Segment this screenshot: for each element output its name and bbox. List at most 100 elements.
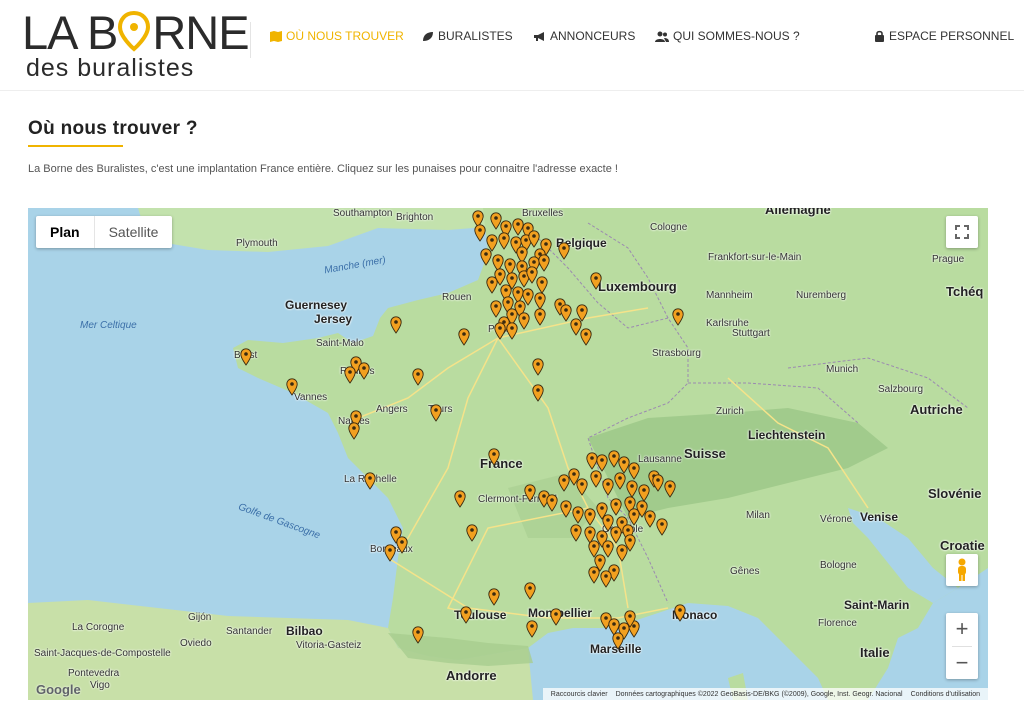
map-marker-pin[interactable] xyxy=(460,606,472,624)
zoom-out-button[interactable]: − xyxy=(946,647,978,679)
map-label: Liechtenstein xyxy=(748,428,826,442)
map-label: Vannes xyxy=(294,392,328,403)
map-label: Tchéq xyxy=(946,284,984,299)
nav-separator xyxy=(250,22,251,58)
pegman-icon xyxy=(958,558,966,581)
nav-espace-personnel[interactable]: ESPACE PERSONNEL xyxy=(874,27,1014,45)
map-label: Oviedo xyxy=(180,638,212,649)
map-marker-pin[interactable] xyxy=(454,490,466,508)
map-label: Milan xyxy=(746,510,770,521)
nav-qui-sommes-nous[interactable]: QUI SOMMES-NOUS ? xyxy=(655,27,800,45)
map-marker-pin[interactable] xyxy=(532,384,544,402)
map-marker-pin[interactable] xyxy=(674,604,686,622)
logo-text-b: RNE xyxy=(152,6,249,59)
map-marker-pin[interactable] xyxy=(590,272,602,290)
map-marker-pin[interactable] xyxy=(570,524,582,542)
map-marker-pin[interactable] xyxy=(672,308,684,326)
map-marker-pin[interactable] xyxy=(624,534,636,552)
map-marker-pin[interactable] xyxy=(430,404,442,422)
google-logo[interactable]: Google xyxy=(36,682,81,697)
map-marker-pin[interactable] xyxy=(558,242,570,260)
map-marker-pin[interactable] xyxy=(528,230,540,248)
map-marker-pin[interactable] xyxy=(560,304,572,322)
map-marker-pin[interactable] xyxy=(628,462,640,480)
map-label: Rouen xyxy=(442,292,472,303)
zoom-in-button[interactable]: + xyxy=(946,613,978,645)
map-marker-pin[interactable] xyxy=(344,366,356,384)
nav-buralistes[interactable]: BURALISTES xyxy=(422,27,513,45)
nav-where-to-find[interactable]: OÙ NOUS TROUVER xyxy=(270,27,404,45)
fullscreen-button[interactable] xyxy=(946,216,978,248)
map-marker-pin[interactable] xyxy=(474,224,486,242)
map-marker-pin[interactable] xyxy=(518,312,530,330)
map-type-plan-button[interactable]: Plan xyxy=(36,216,94,248)
map-marker-pin[interactable] xyxy=(506,322,518,340)
map-marker-pin[interactable] xyxy=(560,500,572,518)
map-marker-pin[interactable] xyxy=(644,510,656,528)
map-marker-pin[interactable] xyxy=(412,368,424,386)
map-marker-pin[interactable] xyxy=(396,536,408,554)
map-marker-pin[interactable] xyxy=(590,470,602,488)
map-marker-pin[interactable] xyxy=(348,422,360,440)
map-marker-pin[interactable] xyxy=(624,610,636,628)
map-marker-pin[interactable] xyxy=(656,518,668,536)
map-label: Prague xyxy=(932,254,965,265)
street-view-button[interactable] xyxy=(946,554,978,586)
map-marker-pin[interactable] xyxy=(488,588,500,606)
site-logo[interactable]: LA B RNE des buralistes xyxy=(22,6,250,82)
map-marker-pin[interactable] xyxy=(584,508,596,526)
map-marker-pin[interactable] xyxy=(390,316,402,334)
map-marker-pin[interactable] xyxy=(600,570,612,588)
logo-text-a: LA B xyxy=(22,6,118,59)
nav-annonceurs[interactable]: ANNONCEURS xyxy=(533,27,635,45)
map-type-satellite-button[interactable]: Satellite xyxy=(93,216,173,248)
map-marker-pin[interactable] xyxy=(576,478,588,496)
nav-label: OÙ NOUS TROUVER xyxy=(286,29,404,43)
map-icon xyxy=(270,30,282,42)
map-marker-pin[interactable] xyxy=(576,304,588,322)
map-label: Brighton xyxy=(396,212,434,223)
map-marker-pin[interactable] xyxy=(466,524,478,542)
map-marker-pin[interactable] xyxy=(524,582,536,600)
map-marker-pin[interactable] xyxy=(546,494,558,512)
map-marker-pin[interactable] xyxy=(602,478,614,496)
map-marker-pin[interactable] xyxy=(612,632,624,650)
map-label: Santander xyxy=(226,626,273,637)
location-pin-icon xyxy=(118,10,151,52)
map-marker-pin[interactable] xyxy=(532,358,544,376)
map-label: Suisse xyxy=(684,446,726,461)
map-label: Salzbourg xyxy=(878,384,924,395)
map-marker-pin[interactable] xyxy=(580,328,592,346)
map-marker-pin[interactable] xyxy=(240,348,252,366)
map-marker-pin[interactable] xyxy=(358,362,370,380)
map-marker-pin[interactable] xyxy=(364,472,376,490)
map-marker-pin[interactable] xyxy=(614,472,626,490)
map-marker-pin[interactable] xyxy=(652,474,664,492)
map-marker-pin[interactable] xyxy=(588,566,600,584)
map-marker-pin[interactable] xyxy=(498,232,510,250)
map-label: Bruxelles xyxy=(522,208,564,219)
map-marker-pin[interactable] xyxy=(664,480,676,498)
map-marker-pin[interactable] xyxy=(534,308,546,326)
map-label: Andorre xyxy=(446,668,497,683)
map-label: Plymouth xyxy=(236,238,278,249)
map-marker-pin[interactable] xyxy=(486,276,498,294)
map-marker-pin[interactable] xyxy=(458,328,470,346)
map-marker-pin[interactable] xyxy=(550,608,562,626)
map-marker-pin[interactable] xyxy=(488,448,500,466)
map-container[interactable]: Allemagne Bruxelles Cologne Belgique Sou… xyxy=(28,208,988,700)
map-marker-pin[interactable] xyxy=(286,378,298,396)
map-marker-pin[interactable] xyxy=(494,322,506,340)
map-label: France xyxy=(480,456,523,471)
map-marker-pin[interactable] xyxy=(412,626,424,644)
map-marker-pin[interactable] xyxy=(480,248,492,266)
map-marker-pin[interactable] xyxy=(538,254,550,272)
map-marker-pin[interactable] xyxy=(526,620,538,638)
terms-link[interactable]: Conditions d'utilisation xyxy=(911,691,980,698)
map-marker-pin[interactable] xyxy=(384,544,396,562)
map-marker-pin[interactable] xyxy=(524,484,536,502)
keyboard-shortcuts-link[interactable]: Raccourcis clavier xyxy=(551,691,608,698)
map-label: Italie xyxy=(860,645,890,660)
map-marker-pin[interactable] xyxy=(572,506,584,524)
map-label: Bologne xyxy=(820,560,857,571)
